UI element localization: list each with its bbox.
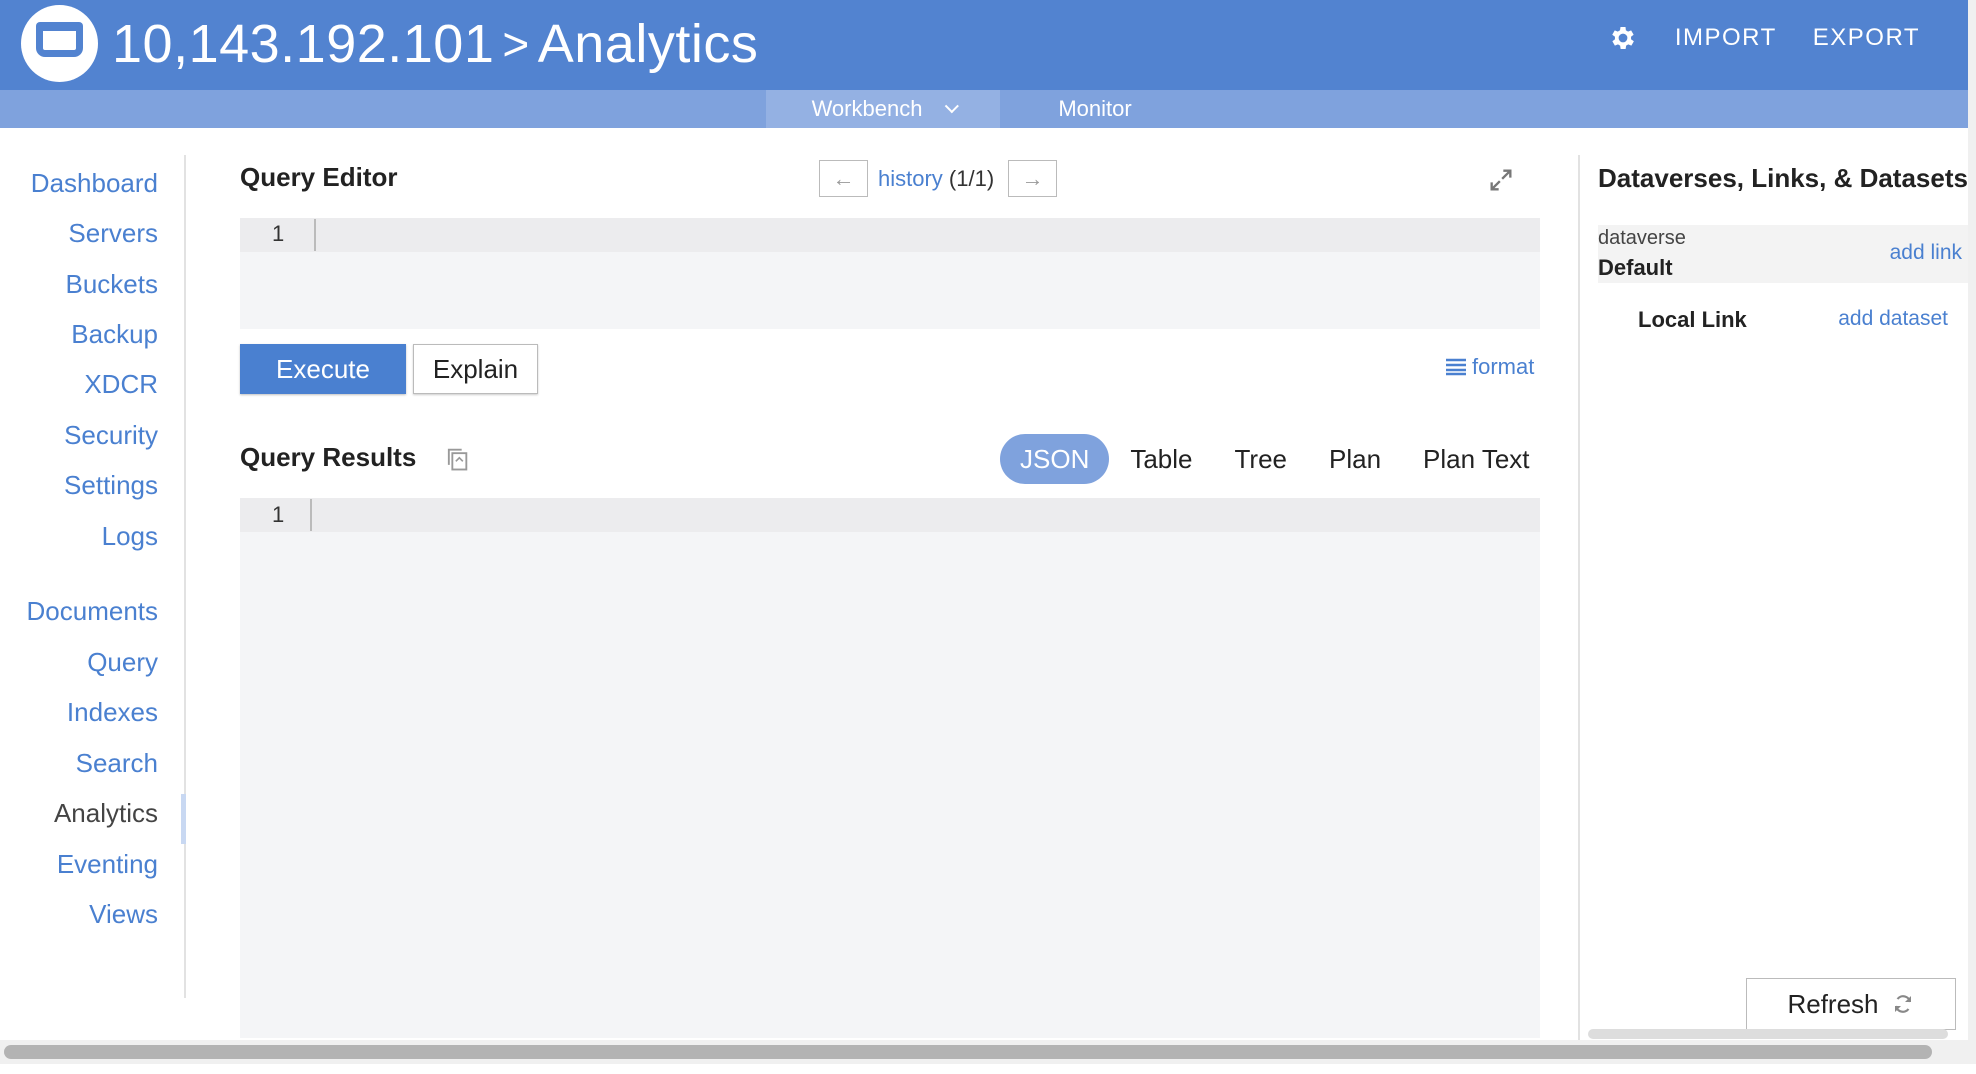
format-button[interactable]: format xyxy=(1446,354,1534,380)
sidebar-item-search[interactable]: Search xyxy=(76,748,158,779)
add-link-button[interactable]: add link xyxy=(1890,241,1962,265)
query-results-output[interactable]: 1 xyxy=(240,498,1540,1038)
refresh-label: Refresh xyxy=(1787,988,1879,1019)
sidebar-item-settings[interactable]: Settings xyxy=(64,470,158,501)
import-link[interactable]: IMPORT xyxy=(1675,24,1777,52)
history-next-button[interactable]: → xyxy=(1008,160,1057,197)
sidebar-item-servers[interactable]: Servers xyxy=(68,218,158,249)
copy-icon[interactable] xyxy=(443,445,471,473)
sidebar-item-logs[interactable]: Logs xyxy=(102,521,158,552)
dataverse-label: dataverse xyxy=(1598,227,1686,249)
horizontal-scrollbar-thumb[interactable] xyxy=(4,1045,1932,1059)
sidebar-item-indexes[interactable]: Indexes xyxy=(67,697,158,728)
query-results-title: Query Results xyxy=(240,442,417,472)
format-lines-icon xyxy=(1446,358,1466,376)
results-cursor xyxy=(310,499,312,531)
tab-workbench-label: Workbench xyxy=(811,96,923,121)
refresh-icon xyxy=(1894,995,1911,1013)
editor-active-line xyxy=(240,218,1540,252)
export-link[interactable]: EXPORT xyxy=(1813,24,1920,52)
tab-monitor[interactable]: Monitor xyxy=(1010,90,1180,128)
result-tab-json[interactable]: JSON xyxy=(1000,434,1110,484)
active-nav-indicator xyxy=(181,794,186,844)
dataverse-panel: Dataverses, Links, & Datasets dataverse … xyxy=(1578,155,1970,1040)
dataverse-panel-title: Dataverses, Links, & Datasets xyxy=(1598,163,1968,193)
sub-navigation: Workbench Monitor xyxy=(0,90,1968,128)
sidebar-item-xdcr[interactable]: XDCR xyxy=(84,369,158,400)
sidebar-item-views[interactable]: Views xyxy=(89,899,158,930)
history-indicator: history (1/1) xyxy=(878,166,994,192)
breadcrumb: 10,143.192.101 > Analytics xyxy=(112,12,758,76)
result-tab-plan-text[interactable]: Plan Text xyxy=(1402,434,1550,484)
result-tab-table[interactable]: Table xyxy=(1109,434,1213,484)
result-tab-tree[interactable]: Tree xyxy=(1214,434,1309,484)
format-label: format xyxy=(1472,354,1535,379)
panel-scrollbar[interactable] xyxy=(1588,1029,1948,1039)
sidebar-item-analytics[interactable]: Analytics xyxy=(54,798,158,829)
results-active-line xyxy=(240,498,1540,532)
refresh-button[interactable]: Refresh xyxy=(1746,978,1956,1030)
execute-button[interactable]: Execute xyxy=(240,344,406,394)
tab-workbench[interactable]: Workbench xyxy=(766,90,1000,128)
history-link[interactable]: history xyxy=(878,166,943,191)
arrow-left-icon: ← xyxy=(832,165,855,191)
dataverse-name: Default xyxy=(1598,255,1673,280)
tab-monitor-label: Monitor xyxy=(1058,96,1132,121)
expand-icon[interactable] xyxy=(1487,166,1515,194)
sidebar: Dashboard Servers Buckets Backup XDCR Se… xyxy=(0,155,186,998)
explain-button[interactable]: Explain xyxy=(413,344,538,394)
result-format-tabs: JSON Table Tree Plan Plan Text xyxy=(1000,434,1551,484)
breadcrumb-page: Analytics xyxy=(537,14,759,74)
couchbase-logo-icon[interactable] xyxy=(21,5,98,82)
local-link-name[interactable]: Local Link xyxy=(1638,307,1747,333)
sidebar-item-query[interactable]: Query xyxy=(87,647,158,678)
dataverse-row[interactable]: dataverse Default add link xyxy=(1598,225,1970,283)
editor-cursor xyxy=(314,219,316,251)
add-dataset-button[interactable]: add dataset xyxy=(1838,307,1948,331)
gear-icon[interactable] xyxy=(1607,22,1639,54)
history-prev-button[interactable]: ← xyxy=(819,160,868,197)
breadcrumb-cluster[interactable]: 10,143.192.101 xyxy=(112,13,494,75)
results-line-number: 1 xyxy=(272,502,285,527)
history-count: (1/1) xyxy=(948,166,995,191)
top-header: 10,143.192.101 > Analytics IMPORT EXPORT xyxy=(0,0,1968,90)
query-editor[interactable]: 1 xyxy=(240,218,1540,329)
sidebar-item-dashboard[interactable]: Dashboard xyxy=(31,168,158,199)
sidebar-item-eventing[interactable]: Eventing xyxy=(57,849,158,880)
sidebar-item-security[interactable]: Security xyxy=(64,420,158,451)
chevron-down-icon xyxy=(945,99,960,114)
sidebar-item-backup[interactable]: Backup xyxy=(71,319,158,350)
breadcrumb-separator: > xyxy=(502,18,530,70)
result-tab-plan[interactable]: Plan xyxy=(1308,434,1402,484)
editor-line-number: 1 xyxy=(272,221,285,246)
sidebar-item-documents[interactable]: Documents xyxy=(27,596,159,627)
arrow-right-icon: → xyxy=(1021,165,1044,191)
sidebar-item-buckets[interactable]: Buckets xyxy=(66,269,159,300)
query-editor-title: Query Editor xyxy=(240,162,398,192)
vertical-scrollbar-track[interactable] xyxy=(1968,0,1976,1040)
header-actions: IMPORT EXPORT xyxy=(1607,22,1920,54)
